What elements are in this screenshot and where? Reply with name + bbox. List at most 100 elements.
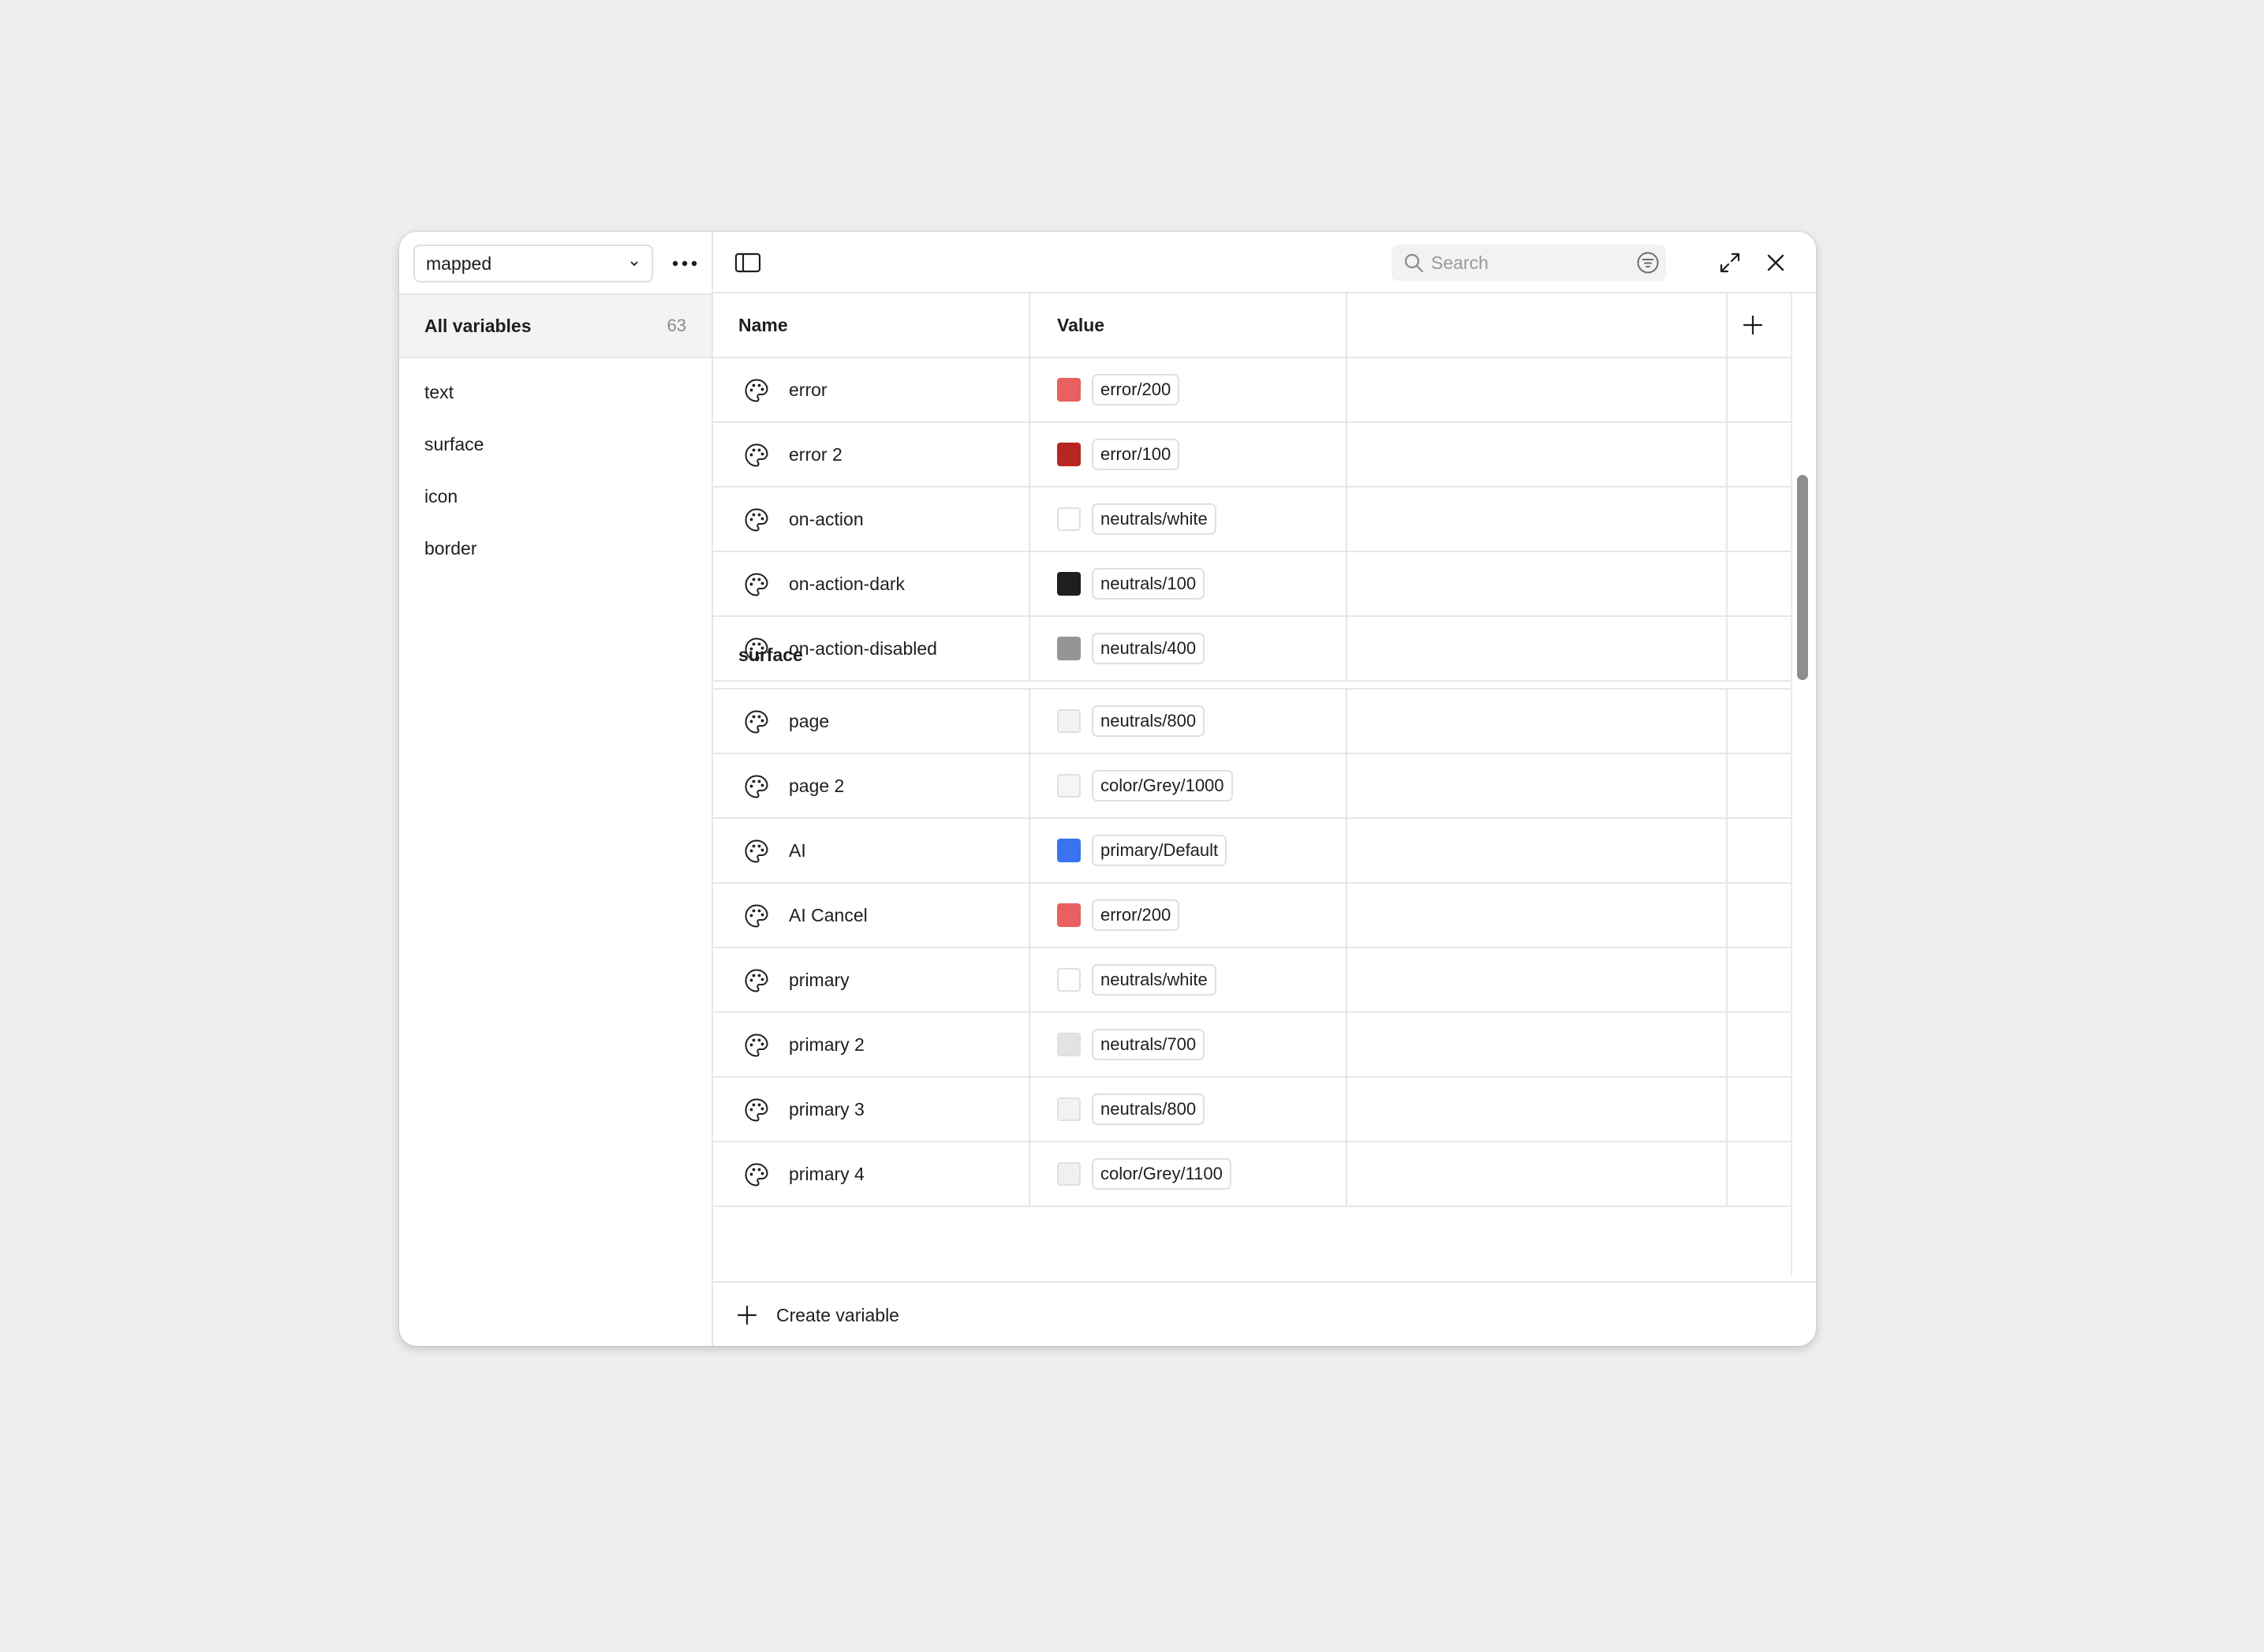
palette-icon — [743, 1032, 770, 1059]
variables-table: Name Value error error/200 error 2 error/10… — [713, 293, 1791, 1276]
variable-name[interactable]: page — [789, 690, 829, 753]
alias-pill[interactable]: color/Grey/1100 — [1092, 1158, 1231, 1190]
column-divider — [1346, 293, 1347, 357]
column-divider — [1726, 884, 1728, 947]
variable-name[interactable]: primary — [789, 948, 850, 1011]
column-divider — [1346, 358, 1347, 421]
table-row[interactable]: on-action neutrals/white — [713, 488, 1791, 552]
palette-icon — [743, 1161, 770, 1188]
variable-name[interactable]: AI Cancel — [789, 884, 868, 947]
sidebar-item-surface[interactable]: surface — [399, 418, 712, 470]
column-divider — [1726, 552, 1728, 615]
color-swatch[interactable] — [1057, 709, 1081, 733]
column-header-value[interactable]: Value — [1057, 293, 1104, 357]
color-swatch[interactable] — [1057, 903, 1081, 927]
variable-name[interactable]: AI — [789, 819, 806, 882]
color-swatch[interactable] — [1057, 443, 1081, 466]
alias-pill[interactable]: neutrals/700 — [1092, 1029, 1205, 1060]
expand-button[interactable] — [1715, 248, 1745, 278]
toolbar — [713, 232, 1816, 293]
scrollbar-track[interactable] — [1791, 293, 1814, 1276]
search-icon — [1403, 252, 1425, 274]
column-divider — [1726, 1142, 1728, 1205]
add-column-button[interactable] — [1737, 309, 1769, 341]
variable-name[interactable]: primary 2 — [789, 1013, 865, 1076]
column-divider — [1029, 293, 1030, 357]
color-swatch[interactable] — [1057, 839, 1081, 862]
search-input[interactable] — [1429, 251, 1630, 275]
table-row[interactable]: primary 4 color/Grey/1100 — [713, 1142, 1791, 1207]
column-divider — [1346, 617, 1347, 680]
column-divider — [1346, 1142, 1347, 1205]
create-variable-label: Create variable — [776, 1304, 899, 1325]
palette-icon — [743, 1097, 770, 1123]
table-row[interactable]: primary neutrals/white — [713, 948, 1791, 1013]
palette-icon — [743, 773, 770, 800]
alias-pill[interactable]: neutrals/white — [1092, 503, 1216, 535]
sidebar: mapped All variables 63 text surface ico… — [399, 232, 713, 1346]
sidebar-item-border[interactable]: border — [399, 522, 712, 574]
alias-pill[interactable]: error/200 — [1092, 899, 1180, 931]
alias-pill[interactable]: error/100 — [1092, 439, 1180, 470]
color-swatch[interactable] — [1057, 637, 1081, 660]
column-divider — [1029, 754, 1030, 817]
variable-name[interactable]: on-action-disabled — [789, 617, 937, 680]
alias-pill[interactable]: neutrals/400 — [1092, 633, 1205, 664]
variable-name[interactable]: primary 3 — [789, 1078, 865, 1141]
column-divider — [1726, 488, 1728, 551]
alias-pill[interactable]: neutrals/800 — [1092, 705, 1205, 737]
color-swatch[interactable] — [1057, 378, 1081, 402]
toggle-sidebar-button[interactable] — [734, 249, 762, 276]
column-divider — [1346, 1013, 1347, 1076]
color-swatch[interactable] — [1057, 572, 1081, 596]
table-row[interactable]: on-action-disabled neutrals/400 — [713, 617, 1791, 682]
color-swatch[interactable] — [1057, 1097, 1081, 1121]
create-variable-button[interactable]: Create variable — [713, 1281, 1816, 1346]
alias-pill[interactable]: neutrals/800 — [1092, 1093, 1205, 1125]
table-row[interactable]: page 2 color/Grey/1000 — [713, 754, 1791, 819]
alias-pill[interactable]: neutrals/100 — [1092, 568, 1205, 600]
close-button[interactable] — [1761, 248, 1791, 278]
more-options-button[interactable] — [667, 246, 702, 281]
color-swatch[interactable] — [1057, 507, 1081, 531]
expand-icon — [1720, 252, 1740, 273]
table-row[interactable]: page neutrals/800 — [713, 690, 1791, 754]
alias-pill[interactable]: color/Grey/1000 — [1092, 770, 1233, 802]
table-row[interactable]: primary 3 neutrals/800 — [713, 1078, 1791, 1142]
sidebar-item-icon[interactable]: icon — [399, 470, 712, 522]
sidebar-item-all-variables[interactable]: All variables 63 — [399, 295, 712, 358]
table-row[interactable]: error 2 error/100 — [713, 423, 1791, 488]
table-row[interactable]: primary 2 neutrals/700 — [713, 1013, 1791, 1078]
column-divider — [1029, 948, 1030, 1011]
variable-name[interactable]: on-action — [789, 488, 864, 551]
color-swatch[interactable] — [1057, 968, 1081, 992]
collection-dropdown[interactable]: mapped — [413, 245, 653, 282]
all-variables-label: All variables — [424, 315, 532, 336]
filter-button[interactable] — [1634, 249, 1661, 276]
palette-icon — [743, 571, 770, 598]
alias-pill[interactable]: primary/Default — [1092, 835, 1227, 866]
table-row[interactable]: AI primary/Default — [713, 819, 1791, 884]
alias-pill[interactable]: error/200 — [1092, 374, 1180, 406]
sidebar-item-text[interactable]: text — [399, 366, 712, 418]
variable-name[interactable]: primary 4 — [789, 1142, 865, 1205]
table-row[interactable]: error error/200 — [713, 358, 1791, 423]
color-swatch[interactable] — [1057, 1033, 1081, 1056]
table-row[interactable]: AI Cancel error/200 — [713, 884, 1791, 948]
variable-name[interactable]: page 2 — [789, 754, 844, 817]
color-swatch[interactable] — [1057, 774, 1081, 798]
variable-name[interactable]: error — [789, 358, 828, 421]
variable-name[interactable]: on-action-dark — [789, 552, 905, 615]
palette-icon — [743, 442, 770, 469]
alias-pill[interactable]: neutrals/white — [1092, 964, 1216, 996]
palette-icon — [743, 708, 770, 735]
scrollbar-thumb[interactable] — [1797, 475, 1808, 680]
group-list: text surface icon border — [399, 366, 712, 574]
color-swatch[interactable] — [1057, 1162, 1081, 1186]
all-variables-count: 63 — [667, 316, 686, 335]
column-divider — [1726, 690, 1728, 753]
variable-name[interactable]: error 2 — [789, 423, 842, 486]
column-header-name[interactable]: Name — [738, 293, 788, 357]
table-row[interactable]: on-action-dark neutrals/100 — [713, 552, 1791, 617]
column-divider — [1029, 617, 1030, 680]
